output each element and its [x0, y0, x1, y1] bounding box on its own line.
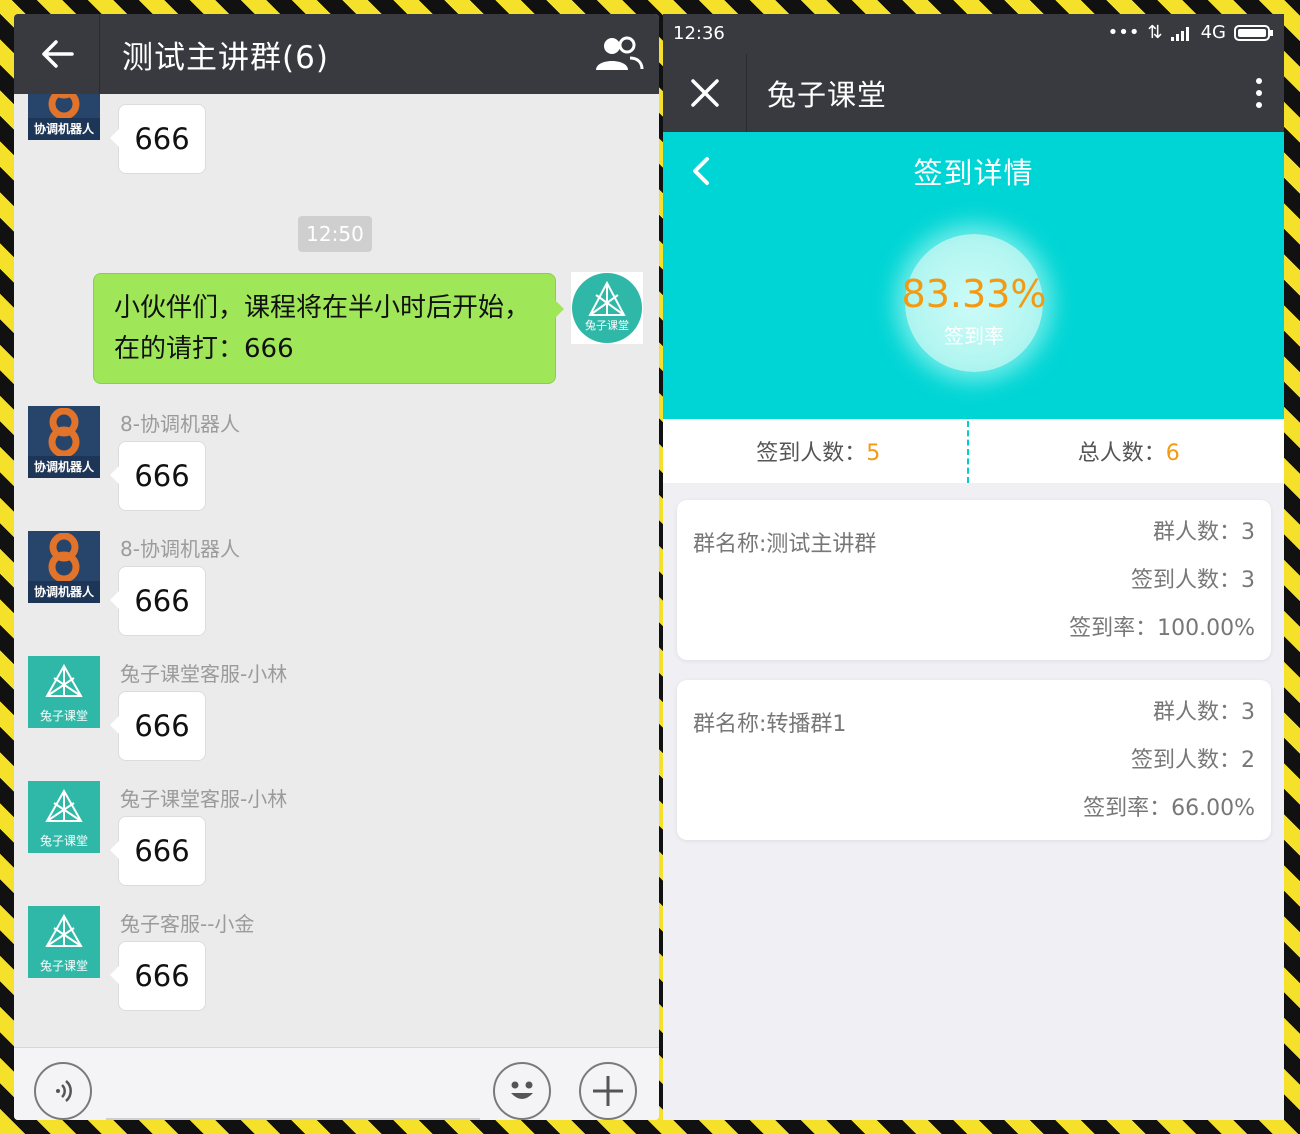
avatar[interactable]: 兔子课堂: [28, 656, 100, 728]
message-bubble[interactable]: 666: [110, 566, 206, 636]
signal-icon: [1170, 26, 1189, 41]
more-dots-icon: •••: [1107, 22, 1140, 43]
rate-circle: 83.33% 签到率: [902, 234, 1046, 372]
avatar-caption: 协调机器人: [28, 581, 100, 603]
chat-panel: 测试主讲群(6) 协调机器人 666 12:50 小伙伴们，课程将在半小时后开始…: [14, 14, 659, 1120]
avatar-caption: 兔子课堂: [585, 319, 629, 332]
chat-body[interactable]: 协调机器人 666 12:50 小伙伴们，课程将在半小时后开始， 在的请打：66…: [14, 94, 659, 1047]
rabbit-logo-icon: [45, 914, 83, 947]
avatar-caption: 兔子课堂: [39, 959, 88, 973]
total-count: 总人数：6: [974, 435, 1285, 467]
app-bar: 兔子课堂: [663, 54, 1284, 132]
stats-row: 签到人数：5 总人数：6: [663, 419, 1284, 483]
total-value: 6: [1165, 441, 1180, 466]
group-signed: 签到人数：2: [1131, 748, 1255, 773]
message-timestamp: 12:50: [298, 216, 372, 252]
self-avatar[interactable]: 兔子课堂: [571, 272, 643, 344]
avatar[interactable]: 兔子课堂: [28, 906, 100, 978]
group-signed: 签到人数：3: [1131, 568, 1255, 593]
self-message-line: 在的请打：666: [114, 334, 294, 364]
sender-name: 兔子课堂客服-小林: [120, 662, 288, 686]
emoji-icon[interactable]: [493, 1062, 551, 1120]
status-time: 12:36: [673, 23, 725, 44]
status-bar: 12:36 ••• ⇅ 4G: [663, 14, 1284, 54]
app-title: 兔子课堂: [767, 78, 888, 112]
message-bubble[interactable]: 666: [110, 441, 206, 511]
chat-input-bar: [14, 1047, 659, 1120]
self-message-line: 小伙伴们，课程将在半小时后开始，: [114, 293, 531, 323]
plus-icon[interactable]: [579, 1062, 637, 1120]
signed-value: 5: [866, 441, 881, 466]
chat-header: 测试主讲群(6): [14, 14, 659, 94]
page-title: 签到详情: [913, 156, 1034, 190]
self-message-bubble[interactable]: 小伙伴们，课程将在半小时后开始， 在的请打：666: [93, 273, 564, 384]
voice-icon[interactable]: [34, 1062, 92, 1120]
rabbit-logo-icon: 兔子课堂: [572, 273, 642, 343]
robot-logo-icon: [28, 406, 100, 458]
avatar-caption: 兔子课堂: [39, 709, 88, 723]
group-name: 群名称:测试主讲群: [693, 532, 877, 557]
message-bubble[interactable]: 666: [110, 816, 206, 886]
group-rate: 签到率：100.00%: [1069, 616, 1255, 641]
rabbit-logo-icon: [45, 664, 83, 697]
checkin-summary: 签到详情 83.33% 签到率: [663, 132, 1284, 419]
group-members: 群人数：3: [1153, 700, 1255, 725]
data-transfer-icon: ⇅: [1147, 22, 1163, 43]
close-icon[interactable]: [663, 54, 747, 132]
robot-logo-icon: [28, 94, 100, 120]
chat-title: 测试主讲群(6): [122, 39, 329, 76]
message-bubble[interactable]: 666: [110, 941, 206, 1011]
message-input[interactable]: [106, 1118, 480, 1120]
signed-label: 签到人数：: [756, 441, 867, 466]
battery-icon: [1234, 24, 1273, 41]
back-arrow-icon[interactable]: [14, 14, 100, 94]
avatar[interactable]: 兔子课堂: [28, 781, 100, 853]
group-card[interactable]: 群名称:转播群1 群人数：3 签到人数：2 签到率：66.00%: [677, 680, 1271, 840]
signed-count: 签到人数：5: [663, 435, 974, 467]
rate-value: 83.33%: [901, 272, 1047, 316]
stats-divider: [967, 421, 969, 483]
group-rate: 签到率：66.00%: [1083, 796, 1255, 821]
sender-name: 兔子客服--小金: [120, 912, 255, 936]
sender-name: 8-协调机器人: [120, 537, 240, 561]
rabbit-logo-icon: [45, 789, 83, 822]
more-menu-icon[interactable]: [1234, 78, 1284, 108]
sender-name: 8-协调机器人: [120, 412, 240, 436]
group-card[interactable]: 群名称:测试主讲群 群人数：3 签到人数：3 签到率：100.00%: [677, 500, 1271, 660]
checkin-panel: 12:36 ••• ⇅ 4G 兔子课堂 签到详情 83.33% 签到率 签到人数…: [663, 14, 1284, 1120]
robot-logo-icon: [28, 531, 100, 583]
avatar-caption: 协调机器人: [28, 118, 100, 140]
avatar[interactable]: 协调机器人: [28, 94, 100, 140]
sender-name: 兔子课堂客服-小林: [120, 787, 288, 811]
avatar-caption: 协调机器人: [28, 456, 100, 478]
group-name: 群名称:转播群1: [693, 712, 847, 737]
avatar[interactable]: 协调机器人: [28, 406, 100, 478]
message-bubble[interactable]: 666: [110, 691, 206, 761]
network-type: 4G: [1200, 22, 1226, 43]
group-members: 群人数：3: [1153, 520, 1255, 545]
message-bubble[interactable]: 666: [110, 104, 206, 174]
group-members-icon[interactable]: [579, 36, 659, 72]
avatar-caption: 兔子课堂: [39, 834, 88, 848]
avatar[interactable]: 协调机器人: [28, 531, 100, 603]
rate-label: 签到率: [944, 324, 1004, 348]
total-label: 总人数：: [1077, 441, 1166, 466]
